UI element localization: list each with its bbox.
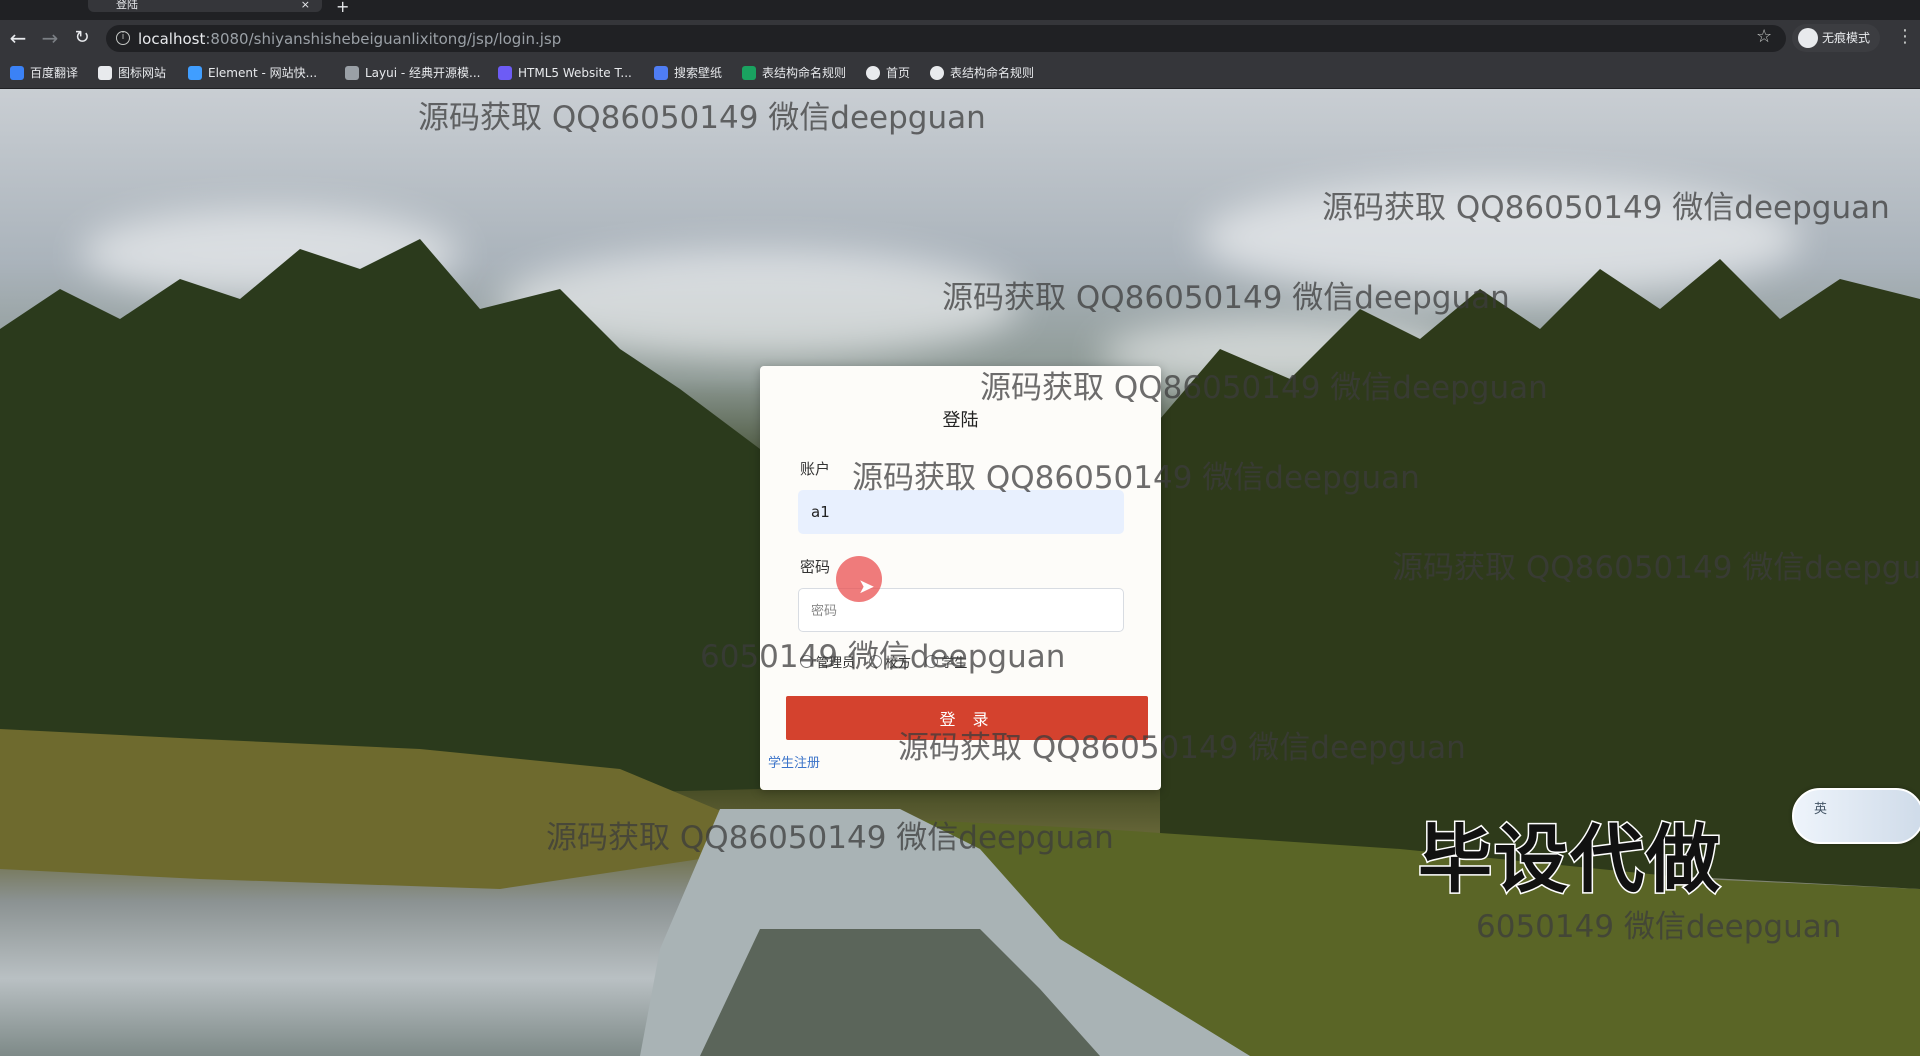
bookmark-label: 首页 xyxy=(886,66,911,80)
input-method-widget[interactable]: 英 xyxy=(1792,788,1920,844)
treeline-left xyxy=(0,239,760,809)
watermark: 源码获取 QQ86050149 微信deepguan xyxy=(852,460,1420,496)
watermark: 源码获取 QQ86050149 微信deepguan xyxy=(1322,190,1890,226)
watermark: 6050149 微信deepguan xyxy=(1476,909,1842,945)
incognito-label: 无痕模式 xyxy=(1822,31,1871,45)
bookmark-label: 图标网站 xyxy=(118,66,167,80)
url-path: :8080/shiyanshishebeiguanlixitong/jsp/lo… xyxy=(205,30,562,48)
globe-icon xyxy=(930,66,944,80)
address-bar[interactable]: i localhost:8080/shiyanshishebeiguanlixi… xyxy=(106,25,1786,52)
tab-strip: 登陆 × + xyxy=(0,0,1920,16)
bookmark-label: Layui - 经典开源模... xyxy=(365,66,481,80)
bookmark-item[interactable]: 搜索壁纸 xyxy=(654,63,722,83)
menu-dots-icon[interactable]: ⋮ xyxy=(1896,26,1914,47)
layui-icon xyxy=(345,66,359,80)
watermark: 源码获取 QQ86050149 微信deepguan xyxy=(942,280,1510,316)
watermark: 源码获取 QQ86050149 微信deepguan xyxy=(980,370,1548,406)
flag-icon xyxy=(98,66,112,80)
password-label: 密码 xyxy=(800,558,831,576)
new-tab-button[interactable]: + xyxy=(336,0,349,16)
promo-overlay-text: 毕设代做 xyxy=(1417,816,1722,905)
toolbar: ← → ↻ i localhost:8080/shiyanshishebeigu… xyxy=(0,20,1920,56)
tab-login[interactable]: 登陆 × xyxy=(88,0,322,12)
watermark: 6050149 微信deepguan xyxy=(700,639,1066,675)
bookmark-item[interactable]: Element - 网站快... xyxy=(188,63,317,83)
bookmark-label: HTML5 Website T... xyxy=(518,66,632,80)
translate-icon xyxy=(10,66,24,80)
wallpaper-icon xyxy=(654,66,668,80)
globe-icon xyxy=(866,66,880,80)
watermark: 源码获取 QQ86050149 微信deepguan xyxy=(546,820,1114,856)
bookmark-item[interactable]: 首页 xyxy=(866,63,910,83)
url-host: localhost xyxy=(138,30,206,48)
bookmark-item[interactable]: HTML5 Website T... xyxy=(498,63,632,83)
bookmark-label: 百度翻译 xyxy=(30,66,79,80)
register-link[interactable]: 学生注册 xyxy=(768,752,820,771)
reload-icon[interactable]: ↻ xyxy=(70,26,94,50)
element-icon xyxy=(188,66,202,80)
tab-close-icon[interactable]: × xyxy=(301,0,310,10)
bookmark-item[interactable]: Layui - 经典开源模... xyxy=(345,63,480,83)
url-text: localhost:8080/shiyanshishebeiguanlixito… xyxy=(138,30,561,48)
bookmark-label: 表结构命名规则 xyxy=(762,66,847,80)
bookmark-label: 表结构命名规则 xyxy=(950,66,1035,80)
page-title: 登陆 xyxy=(942,410,979,431)
watermark: 源码获取 QQ86050149 微信deepguan xyxy=(1392,550,1920,586)
bookmark-star-icon[interactable]: ☆ xyxy=(1756,26,1772,47)
site-info-icon[interactable]: i xyxy=(116,31,130,45)
bookmark-item[interactable]: 图标网站 xyxy=(98,63,166,83)
bookmark-label: Element - 网站快... xyxy=(208,66,318,80)
incognito-badge[interactable]: 无痕模式 xyxy=(1792,24,1881,52)
mouse-cursor-icon: ➤ xyxy=(858,574,875,598)
bookmark-item[interactable]: 百度翻译 xyxy=(10,63,78,83)
bookmark-label: 搜索壁纸 xyxy=(674,66,723,80)
back-icon[interactable]: ← xyxy=(6,26,30,50)
html5-icon xyxy=(498,66,512,80)
ime-label: 英 xyxy=(1814,802,1828,817)
sheet-icon xyxy=(742,66,756,80)
forward-icon[interactable]: → xyxy=(38,26,62,50)
incognito-icon xyxy=(1798,28,1818,48)
account-label: 账户 xyxy=(800,460,831,478)
watermark: 源码获取 QQ86050149 微信deepguan xyxy=(898,730,1466,766)
bookmarks-bar: 百度翻译 图标网站 Element - 网站快... Layui - 经典开源模… xyxy=(0,56,1920,89)
watermark: 源码获取 QQ86050149 微信deepguan xyxy=(418,100,986,136)
bookmark-item[interactable]: 表结构命名规则 xyxy=(742,63,846,83)
browser-chrome: 登陆 × + ← → ↻ i localhost:8080/shiyanshis… xyxy=(0,0,1920,89)
tab-title: 登陆 xyxy=(116,0,138,11)
bookmark-item[interactable]: 表结构命名规则 xyxy=(930,63,1034,83)
